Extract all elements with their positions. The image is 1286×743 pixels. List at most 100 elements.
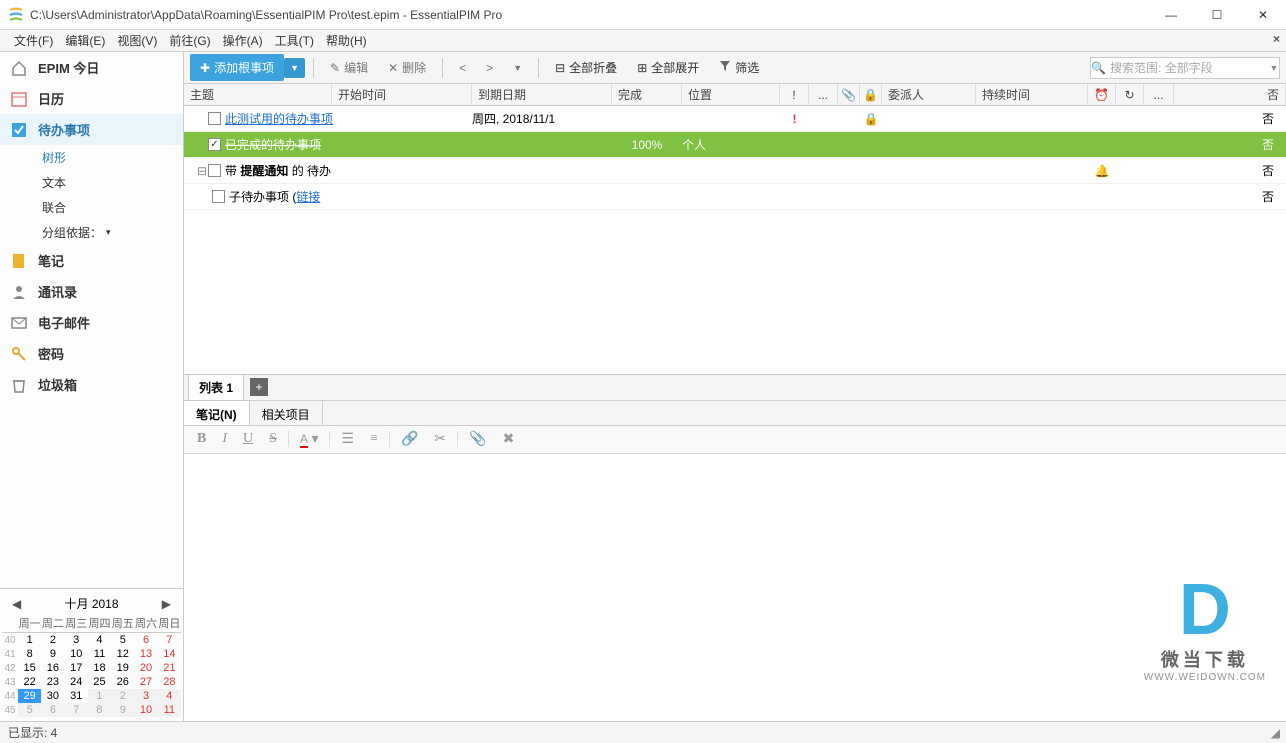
cal-day[interactable]: 17: [65, 661, 88, 675]
cal-day[interactable]: 10: [65, 647, 88, 661]
cal-day[interactable]: 22: [18, 675, 41, 689]
search-input[interactable]: [1106, 61, 1269, 75]
cal-day[interactable]: 1: [18, 633, 41, 648]
task-row[interactable]: ⊟带 提醒通知 的 待办🔔否: [184, 158, 1286, 184]
cal-day[interactable]: 30: [41, 689, 64, 703]
remove-attach-button[interactable]: ✖: [498, 428, 520, 451]
number-list-button[interactable]: ≡: [365, 428, 383, 450]
expander-icon[interactable]: ⊟: [196, 164, 208, 178]
cal-day[interactable]: 15: [18, 661, 41, 675]
tab-related[interactable]: 相关项目: [250, 401, 323, 425]
unlink-button[interactable]: ✂: [429, 428, 451, 451]
col-repeat[interactable]: ↻: [1116, 84, 1144, 105]
col-start[interactable]: 开始时间: [332, 84, 472, 105]
col-priority[interactable]: !: [780, 84, 809, 105]
col-no[interactable]: 否: [1174, 84, 1286, 105]
editor-body[interactable]: [184, 454, 1286, 722]
cal-title[interactable]: 十月 2018: [64, 595, 118, 612]
add-list-button[interactable]: +: [250, 378, 268, 396]
nav-notes[interactable]: 笔记: [0, 245, 183, 276]
col-done[interactable]: 完成: [612, 84, 682, 105]
cal-day[interactable]: 23: [41, 675, 64, 689]
bold-button[interactable]: B: [192, 428, 211, 450]
menu-view[interactable]: 视图(V): [111, 30, 163, 51]
nav-todo-text[interactable]: 文本: [42, 170, 183, 195]
nav-todo-tree[interactable]: 树形: [42, 145, 183, 170]
cal-day[interactable]: 4: [88, 633, 111, 648]
cal-day[interactable]: 12: [111, 647, 134, 661]
nav-today[interactable]: EPIM 今日: [0, 52, 183, 83]
add-root-dropdown[interactable]: ▼: [284, 58, 305, 78]
col-location[interactable]: 位置: [682, 84, 780, 105]
cal-day[interactable]: 11: [88, 647, 111, 661]
cal-day[interactable]: 2: [111, 689, 134, 703]
link-button[interactable]: 🔗: [396, 428, 423, 451]
cal-day[interactable]: 16: [41, 661, 64, 675]
cal-day[interactable]: 6: [41, 703, 64, 717]
cal-day[interactable]: 5: [111, 633, 134, 648]
italic-button[interactable]: I: [217, 428, 232, 450]
menu-help[interactable]: 帮助(H): [320, 30, 373, 51]
cal-day[interactable]: 13: [134, 647, 157, 661]
cal-day[interactable]: 20: [134, 661, 157, 675]
menu-file[interactable]: 文件(F): [8, 30, 59, 51]
cal-day[interactable]: 6: [134, 633, 157, 648]
menu-goto[interactable]: 前往(G): [163, 30, 216, 51]
nav-calendar[interactable]: 日历: [0, 83, 183, 114]
minimize-button[interactable]: —: [1148, 0, 1194, 30]
col-more[interactable]: ...: [1144, 84, 1174, 105]
cal-day[interactable]: 10: [134, 703, 157, 717]
cal-day[interactable]: 3: [65, 633, 88, 648]
col-subject[interactable]: 主题: [184, 84, 332, 105]
cal-day[interactable]: 27: [134, 675, 157, 689]
font-color-button[interactable]: A ▾: [295, 428, 324, 451]
search-dropdown-icon[interactable]: ▼: [1269, 63, 1279, 73]
menu-edit[interactable]: 编辑(E): [59, 30, 111, 51]
cal-next-button[interactable]: ▶: [156, 597, 177, 611]
cal-day[interactable]: 21: [158, 661, 181, 675]
cal-day[interactable]: 31: [65, 689, 88, 703]
cal-day[interactable]: 1: [88, 689, 111, 703]
add-root-button[interactable]: ✚添加根事项: [190, 54, 284, 81]
cal-day[interactable]: 24: [65, 675, 88, 689]
cal-day[interactable]: 9: [111, 703, 134, 717]
cal-day[interactable]: 5: [18, 703, 41, 717]
nav-todo[interactable]: 待办事项: [0, 114, 183, 145]
edit-button[interactable]: ✎编辑: [322, 55, 376, 80]
mini-calendar-grid[interactable]: 周一周二周三周四周五周六周日40123456741891011121314421…: [2, 614, 181, 717]
search-box[interactable]: 🔍 ▼: [1090, 57, 1280, 79]
task-row[interactable]: 此测试用的待办事项周四, 2018/11/1!🔒否: [184, 106, 1286, 132]
cal-day[interactable]: 25: [88, 675, 111, 689]
cal-day[interactable]: 9: [41, 647, 64, 661]
cal-day[interactable]: 26: [111, 675, 134, 689]
menu-close-icon[interactable]: ×: [1273, 32, 1280, 46]
delete-button[interactable]: ✕删除: [380, 55, 434, 80]
attach-button[interactable]: 📎: [464, 428, 491, 451]
task-checkbox[interactable]: ✓: [208, 138, 221, 151]
maximize-button[interactable]: ☐: [1194, 0, 1240, 30]
cal-day[interactable]: 7: [158, 633, 181, 648]
prev-button[interactable]: <: [451, 57, 474, 79]
dropdown-button[interactable]: ▼: [505, 59, 530, 77]
bullet-list-button[interactable]: ☰: [336, 428, 359, 451]
cal-day[interactable]: 4: [158, 689, 181, 703]
cal-day[interactable]: 28: [158, 675, 181, 689]
task-row[interactable]: ✓已完成的待办事项100%个人否: [184, 132, 1286, 158]
cal-day[interactable]: 11: [158, 703, 181, 717]
cal-prev-button[interactable]: ◀: [6, 597, 27, 611]
cal-day[interactable]: 8: [18, 647, 41, 661]
menu-action[interactable]: 操作(A): [217, 30, 269, 51]
task-checkbox[interactable]: [208, 164, 221, 177]
nav-mail[interactable]: 电子邮件: [0, 307, 183, 338]
underline-button[interactable]: U: [238, 428, 258, 450]
tab-notes[interactable]: 笔记(N): [184, 401, 250, 425]
col-alarm[interactable]: ⏰: [1088, 84, 1116, 105]
task-checkbox[interactable]: [212, 190, 225, 203]
col-attachment[interactable]: 📎: [838, 84, 860, 105]
col-misc[interactable]: ...: [809, 84, 838, 105]
filter-button[interactable]: 筛选: [711, 55, 767, 80]
nav-contacts[interactable]: 通讯录: [0, 276, 183, 307]
cal-day[interactable]: 29: [18, 689, 41, 703]
nav-todo-combined[interactable]: 联合: [42, 195, 183, 220]
cal-day[interactable]: 19: [111, 661, 134, 675]
